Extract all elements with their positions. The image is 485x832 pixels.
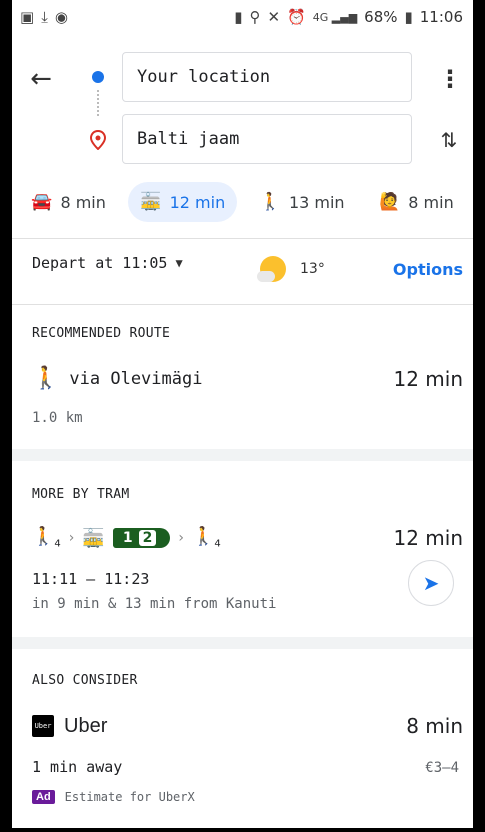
uber-logo-icon: Uber [32, 715, 54, 737]
tab-ride[interactable]: 🙋 8 min [367, 182, 466, 222]
walk-icon: 🚶4 [191, 526, 221, 550]
tram-line-badge: 1 2 [112, 528, 171, 548]
ad-text: Estimate for UberX [64, 790, 195, 804]
line-2: 2 [138, 530, 157, 546]
battery-percent: 68% [364, 8, 398, 26]
ad-row: Ad Estimate for UberX [32, 790, 195, 804]
destination-field[interactable]: Balti jaam [122, 114, 412, 164]
route-distance: 1.0 km [32, 410, 83, 426]
tram-detail: in 9 min & 13 min from Kanuti [32, 596, 277, 612]
location-icon: ⚲ [249, 7, 261, 26]
tab-transit[interactable]: 🚋 12 min [128, 182, 238, 222]
battery-saver-icon: ▮ [234, 7, 243, 26]
tab-driving-label: 8 min [60, 192, 106, 212]
tab-driving[interactable]: 🚘 8 min [19, 182, 118, 222]
uber-duration: 8 min [406, 714, 463, 738]
tram-duration: 12 min [393, 526, 463, 550]
navigate-button[interactable]: ➤ [408, 560, 454, 606]
origin-text: Your location [137, 67, 271, 87]
recommended-title: RECOMMENDED ROUTE [32, 326, 171, 341]
phone-frame: ▣ ⤓ ◉ ▮ ⚲ ✕ ⏰ 4G ▂▄▆ 68% ▮ 11:06 ← Your … [0, 0, 485, 832]
route-summary: 🚶 via Olevimägi [32, 366, 202, 391]
tram-icon: 🚋 [82, 527, 105, 549]
tab-walking[interactable]: 🚶 13 min [248, 182, 357, 222]
section-gap [12, 449, 473, 461]
signal-icon: 4G ▂▄▆ [312, 10, 358, 24]
destination-pin-icon [89, 130, 107, 150]
back-arrow-icon[interactable]: ← [26, 64, 56, 94]
destination-text: Balti jaam [137, 129, 240, 149]
uber-name: Uber [64, 714, 108, 737]
download-icon: ⤓ [41, 7, 48, 26]
ride-icon: 🙋 [379, 192, 401, 212]
more-vert-icon[interactable]: ⋮ [438, 64, 462, 94]
section-gap [12, 637, 473, 649]
walk-icon: 🚶4 [32, 526, 61, 550]
also-title: ALSO CONSIDER [32, 673, 138, 688]
travel-mode-tabs: 🚘 8 min 🚋 12 min 🚶 13 min 🙋 8 min [12, 178, 473, 226]
tram-time-range: 11:11 – 11:23 [32, 570, 150, 588]
uber-summary: Uber Uber [32, 715, 107, 738]
mute-icon: ✕ [267, 7, 281, 26]
walk-icon: 🚶 [259, 192, 281, 212]
battery-icon: ▮ [404, 7, 413, 26]
partly-sunny-icon [257, 256, 286, 282]
tab-transit-label: 12 min [169, 192, 226, 212]
car-icon: 🚘 [31, 192, 53, 212]
chevron-right-icon: › [178, 530, 184, 546]
status-bar: ▣ ⤓ ◉ ▮ ⚲ ✕ ⏰ 4G ▂▄▆ 68% ▮ 11:06 [12, 0, 473, 34]
swap-icon[interactable]: ⇅ [436, 125, 462, 155]
divider [12, 238, 473, 239]
ad-badge: Ad [32, 790, 55, 804]
dropdown-arrow-icon: ▼ [175, 256, 183, 270]
uber-option[interactable]: Uber Uber 8 min [32, 714, 463, 738]
temperature: 13° [300, 261, 325, 277]
line-1: 1 [122, 530, 133, 546]
route-duration: 12 min [393, 366, 463, 391]
tram-icon: 🚋 [140, 192, 162, 212]
options-button[interactable]: Options [393, 260, 463, 279]
route-dots [97, 90, 99, 116]
divider [12, 304, 473, 305]
depart-label: Depart at 11:05 [32, 254, 168, 272]
tram-route-steps: 🚶4 › 🚋 1 2 › 🚶4 [32, 526, 221, 550]
origin-dot-icon [92, 71, 104, 83]
uber-price: €3–4 [425, 760, 459, 776]
clock: 11:06 [419, 8, 463, 26]
image-icon: ▣ [20, 7, 35, 26]
weather: 13° [257, 256, 325, 282]
navigation-arrow-icon: ➤ [422, 571, 440, 595]
alarm-icon: ⏰ [287, 7, 306, 26]
depart-time-selector[interactable]: Depart at 11:05 ▼ [32, 254, 183, 272]
tram-title: MORE BY TRAM [32, 487, 130, 502]
route-via: via Olevimägi [69, 368, 203, 389]
tab-ride-label: 8 min [408, 192, 454, 212]
walk-icon: 🚶 [32, 366, 60, 391]
uber-away: 1 min away [32, 758, 123, 776]
status-right: ▮ ⚲ ✕ ⏰ 4G ▂▄▆ 68% ▮ 11:06 [234, 8, 463, 26]
origin-field[interactable]: Your location [122, 52, 412, 102]
screen: ▣ ⤓ ◉ ▮ ⚲ ✕ ⏰ 4G ▂▄▆ 68% ▮ 11:06 ← Your … [12, 0, 473, 828]
chevron-right-icon: › [68, 530, 75, 546]
spotify-icon: ◉ [54, 7, 68, 26]
recommended-route[interactable]: 🚶 via Olevimägi 12 min [32, 366, 463, 391]
tram-route[interactable]: 🚶4 › 🚋 1 2 › 🚶4 12 min [32, 526, 463, 550]
tab-walking-label: 13 min [288, 192, 345, 212]
status-left: ▣ ⤓ ◉ [20, 7, 68, 26]
